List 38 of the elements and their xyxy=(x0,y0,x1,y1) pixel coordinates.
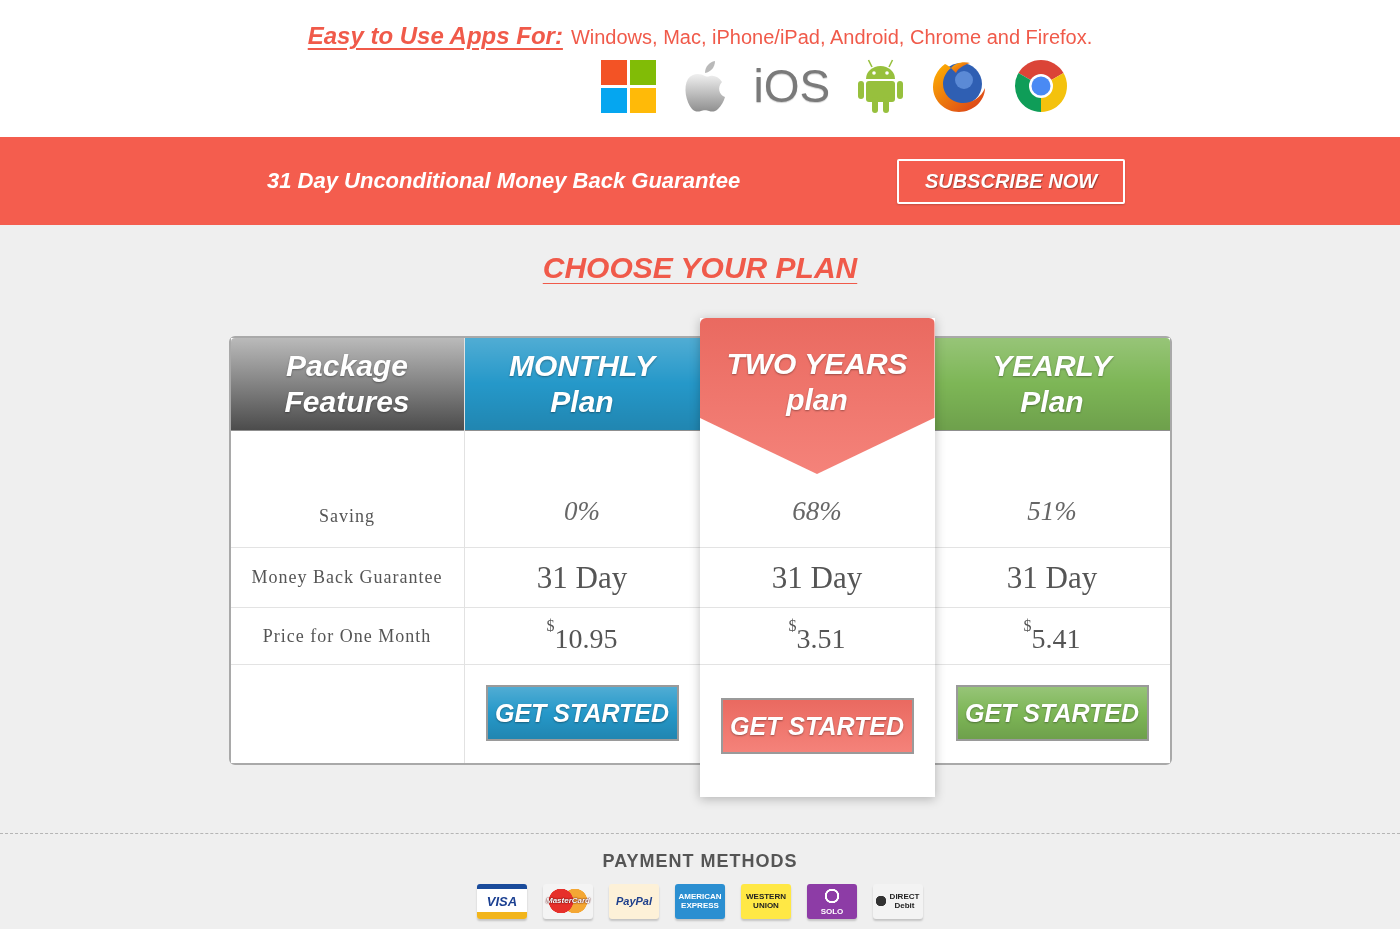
price-value: $^{$}$3.51 xyxy=(788,617,846,655)
price-value: $^{$}$10.95 xyxy=(546,617,618,655)
feature-label: Price for One Month xyxy=(262,625,432,647)
get-started-button[interactable]: GET STARTED xyxy=(720,698,914,754)
feature-label: Saving xyxy=(319,506,375,527)
guarantee-value: 31 Day xyxy=(1006,559,1098,596)
direct-debit-logo: DIRECT Debit xyxy=(873,884,923,919)
plans-heading: CHOOSE YOUR PLAN xyxy=(542,250,858,286)
saving-value: 68% xyxy=(792,495,842,527)
guarantee-value: 31 Day xyxy=(771,559,863,596)
windows-logo-icon xyxy=(600,59,656,113)
plan-subtitle: Plan xyxy=(1020,384,1084,420)
western-union-logo: WESTERN UNION xyxy=(741,884,791,919)
guarantee-value: 31 Day xyxy=(536,559,628,596)
plan-name: MONTHLY xyxy=(508,348,656,384)
solo-card-logo: SOLO xyxy=(807,884,857,919)
subscribe-button[interactable]: SUBSCRIBE NOW xyxy=(897,158,1125,204)
features-heading: Package Features xyxy=(283,348,411,420)
platform-list: Windows, Mac, iPhone/iPad, Android, Chrome and Firefox. xyxy=(570,26,1093,49)
ios-wordmark: iOS xyxy=(753,63,831,109)
guarantee-text: 31 Day Unconditional Money Back Guarantee xyxy=(267,168,741,194)
plan-subtitle: plan xyxy=(786,382,848,418)
price-value: $^{$}$5.41 xyxy=(1023,617,1081,655)
saving-value: 51% xyxy=(1027,495,1077,527)
paypal-logo: PayPal xyxy=(609,884,659,919)
plan-name: TWO YEARS xyxy=(726,346,908,382)
visa-card-logo: VISA xyxy=(477,884,527,919)
get-started-button[interactable]: GET STARTED xyxy=(485,685,679,741)
android-robot-icon xyxy=(857,59,905,113)
amex-card-logo: AMERICAN EXPRESS xyxy=(675,884,725,919)
get-started-button[interactable]: GET STARTED xyxy=(955,685,1149,741)
chrome-logo-icon xyxy=(1014,59,1069,113)
payment-methods-heading: PAYMENT METHODS xyxy=(602,850,798,872)
plan-name: YEARLY xyxy=(992,348,1112,384)
saving-value: 0% xyxy=(564,495,600,527)
feature-label: Money Back Guarantee xyxy=(251,567,443,588)
apps-heading: Easy to Use Apps For: xyxy=(307,22,563,50)
plan-subtitle: Plan xyxy=(550,384,614,420)
